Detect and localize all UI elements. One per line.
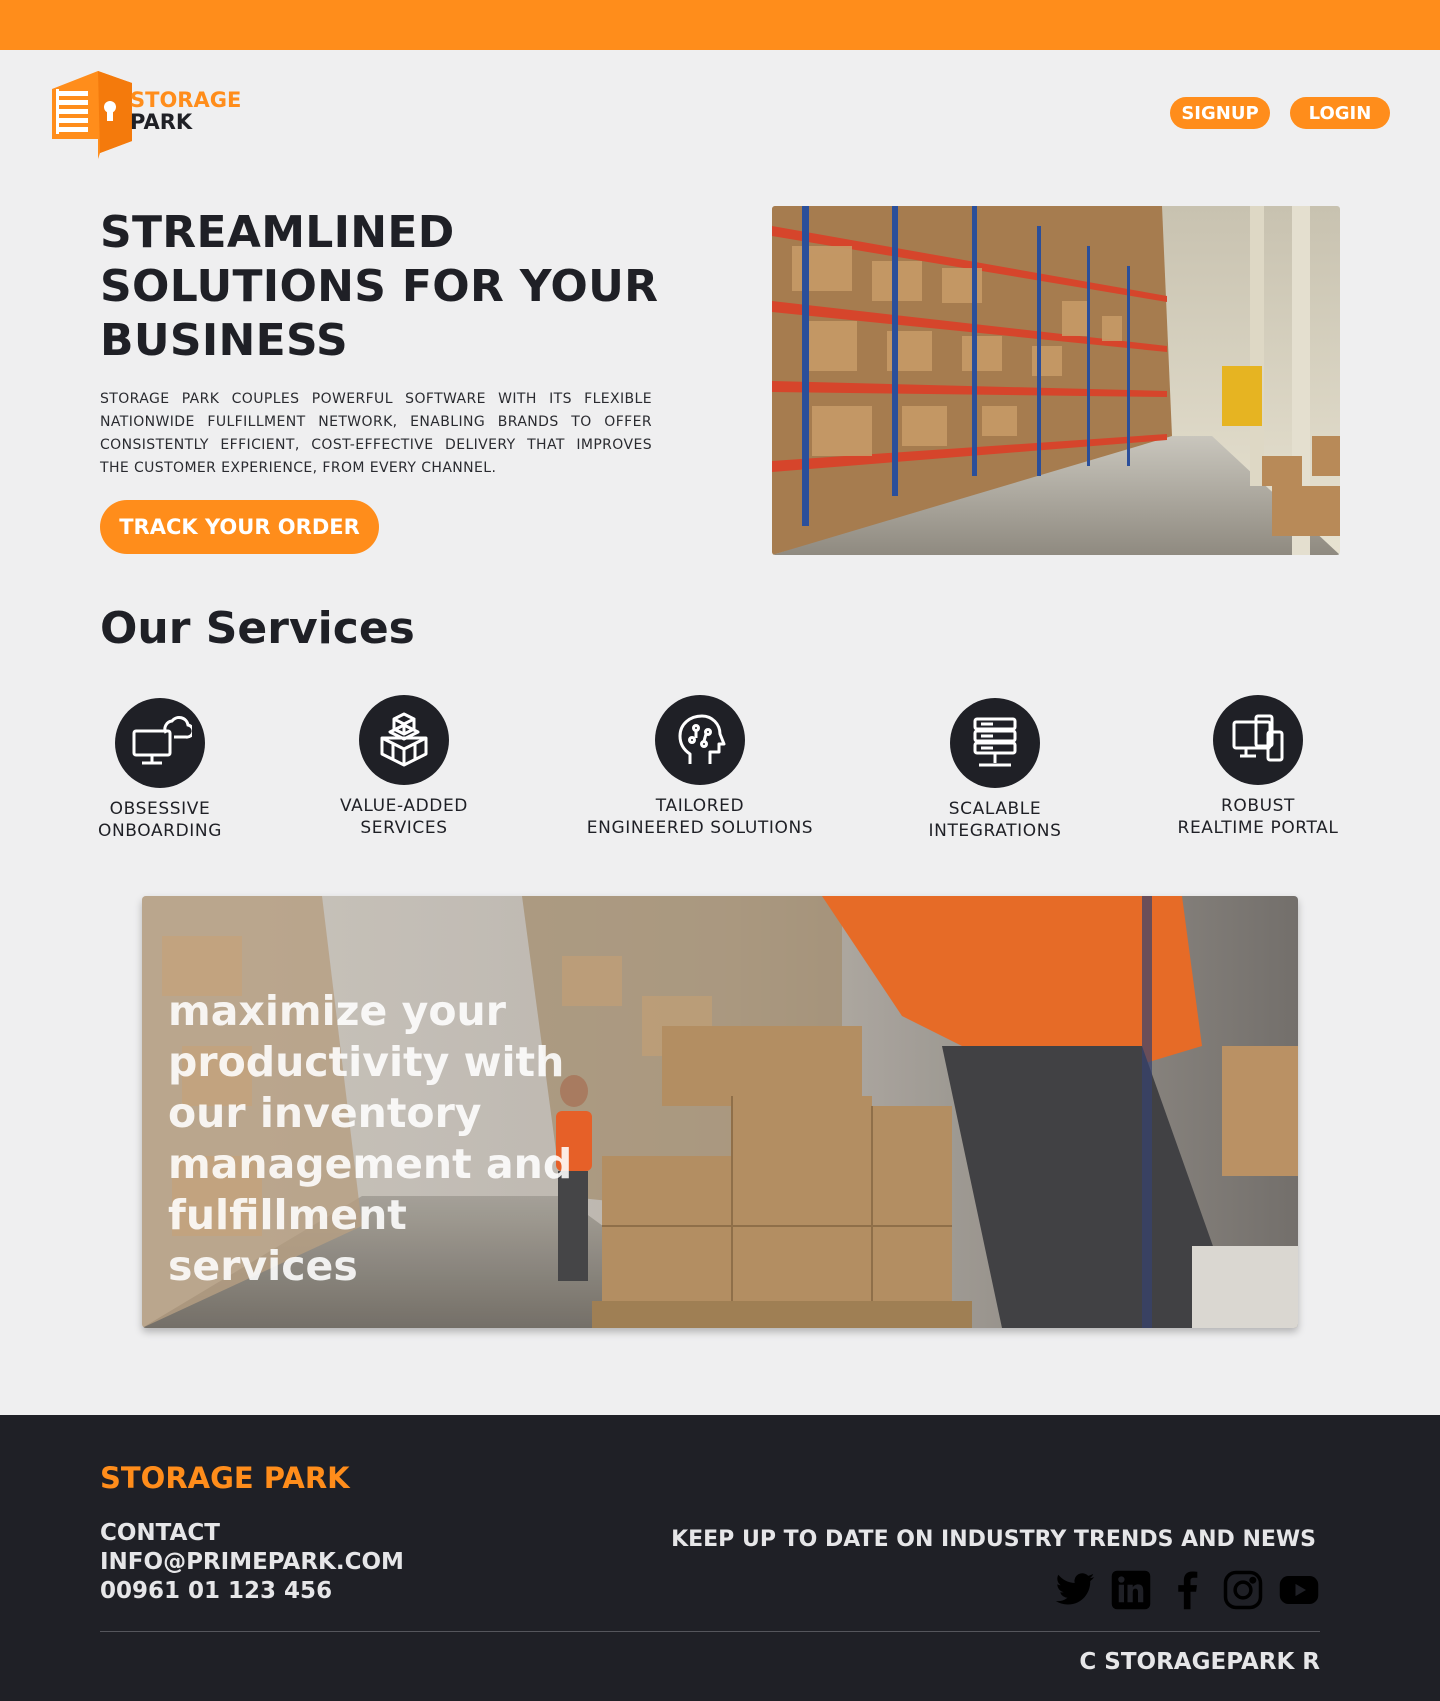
footer-contact: CONTACT INFO@PRIMEPARK.COM 00961 01 123 … [100,1519,404,1606]
promo-banner: maximize your productivity with our inve… [142,896,1298,1328]
service-line-2: ENGINEERED SOLUTIONS [586,818,814,838]
banner-headline: maximize your productivity with our inve… [168,987,573,1290]
service-label: TAILORED ENGINEERED SOLUTIONS [570,795,830,839]
instagram-icon[interactable] [1222,1569,1264,1611]
ai-head-icon [655,695,745,785]
service-scalable-integrations[interactable]: SCALABLE INTEGRATIONS [865,698,1125,842]
service-line-1: VALUE-ADDED [340,796,468,816]
boxes-icon [359,695,449,785]
top-accent-bar [0,0,1440,50]
contact-label: CONTACT [100,1520,220,1546]
service-obsessive-onboarding[interactable]: OBSESSIVE ONBOARDING [30,698,290,842]
service-realtime-portal[interactable]: ROBUST REALTIME PORTAL [1128,695,1388,839]
logo-wordmark: STORAGE PARK [130,89,241,133]
service-label: SCALABLE INTEGRATIONS [865,798,1125,842]
twitter-icon[interactable] [1054,1569,1096,1611]
warehouse-aisle-image [772,206,1340,555]
logo[interactable]: STORAGE PARK [48,68,268,160]
contact-phone-link[interactable]: 00961 01 123 456 [100,1577,404,1606]
footer-brand: STORAGE PARK [100,1461,350,1495]
logo-line-2: PARK [130,110,193,134]
devices-icon [1213,695,1303,785]
service-label: ROBUST REALTIME PORTAL [1128,795,1388,839]
signup-button[interactable]: SIGNUP [1170,97,1270,129]
footer-divider [100,1631,1320,1632]
hero-description: STORAGE PARK COUPLES POWERFUL SOFTWARE W… [100,391,652,476]
service-line-2: ONBOARDING [98,821,222,841]
contact-email-link[interactable]: INFO@PRIMEPARK.COM [100,1548,404,1577]
service-line-2: SERVICES [360,818,448,838]
server-icon [950,698,1040,788]
service-label: OBSESSIVE ONBOARDING [30,798,290,842]
service-tailored-solutions[interactable]: TAILORED ENGINEERED SOLUTIONS [570,695,830,839]
linkedin-icon[interactable] [1110,1569,1152,1611]
logo-line-1: STORAGE [130,88,242,112]
services-title: Our Services [100,603,415,654]
service-line-1: OBSESSIVE [109,799,211,819]
service-line-1: SCALABLE [948,799,1042,819]
social-links [1054,1569,1320,1611]
cloud-monitor-icon [115,698,205,788]
track-order-button[interactable]: TRACK YOUR ORDER [100,500,379,554]
footer: STORAGE PARK CONTACT INFO@PRIMEPARK.COM … [0,1415,1440,1701]
service-line-2: REALTIME PORTAL [1177,818,1339,838]
login-button[interactable]: LOGIN [1290,97,1390,129]
service-line-1: ROBUST [1220,796,1296,816]
service-line-2: INTEGRATIONS [928,821,1062,841]
newsletter-text: KEEP UP TO DATE ON INDUSTRY TRENDS AND N… [671,1527,1316,1552]
warehouse-logo-icon [52,71,132,159]
service-label: VALUE-ADDED SERVICES [274,795,534,839]
copyright-text: C STORAGEPARK R [1079,1649,1320,1675]
hero-title: STREAMLINED SOLUTIONS FOR YOUR BUSINESS [100,207,659,366]
facebook-icon[interactable] [1166,1569,1208,1611]
service-value-added[interactable]: VALUE-ADDED SERVICES [274,695,534,839]
youtube-icon[interactable] [1278,1569,1320,1611]
service-line-1: TAILORED [655,796,745,816]
